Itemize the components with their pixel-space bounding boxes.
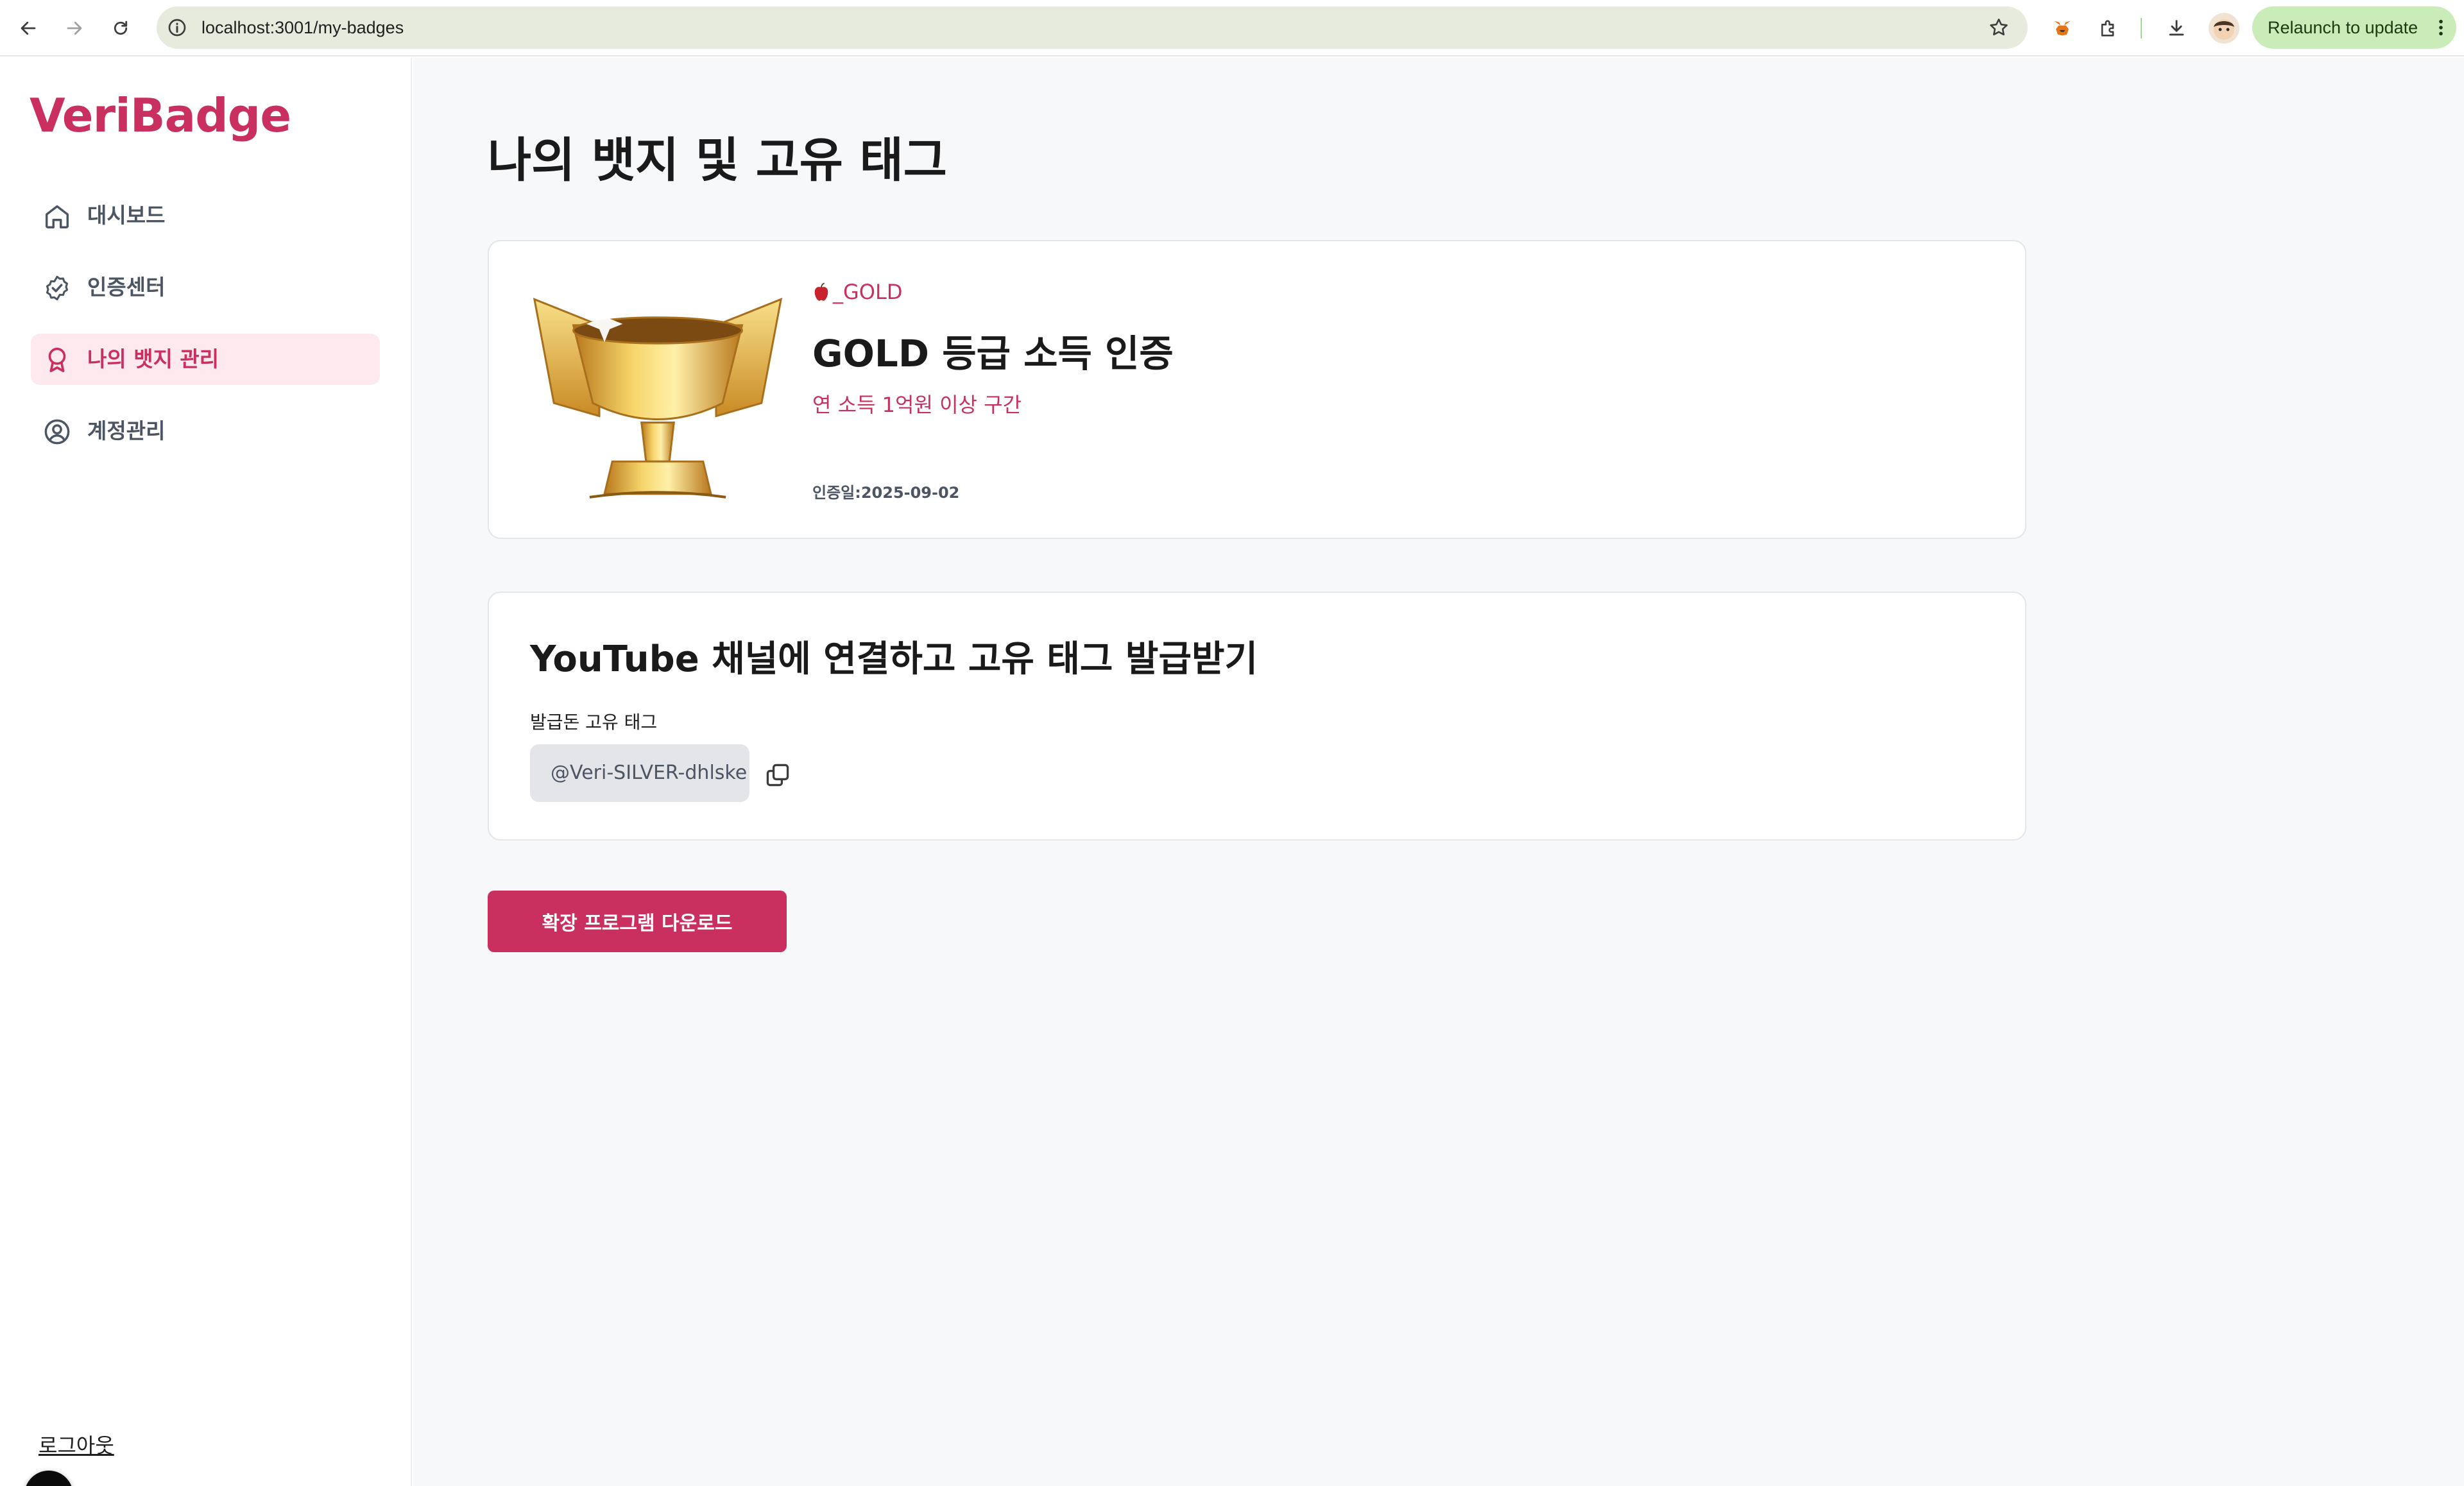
metamask-extension-button[interactable]	[2047, 13, 2078, 44]
sidebar: VeriBadge 대시보드 인증센터 나의 뱃지 관리 계정관리 로그아웃 N	[0, 58, 412, 1486]
issued-tag-label: 발급돈 고유 태그	[530, 712, 658, 733]
back-button[interactable]	[13, 13, 44, 44]
address-bar[interactable]: localhost:3001/my-badges	[157, 6, 2028, 49]
badge-card: _GOLD GOLD 등급 소득 인증 연 소득 1억원 이상 구간 인증일:2…	[488, 240, 2026, 539]
check-circle-icon	[46, 275, 69, 301]
issued-tag-value[interactable]: @Veri-SILVER-dhlske	[551, 744, 747, 802]
logout-link[interactable]: 로그아웃	[38, 1430, 114, 1459]
tag-section-title: YouTube 채널에 연결하고 고유 태그 발급받기	[530, 638, 1258, 680]
sidebar-item-dashboard[interactable]: 대시보드	[31, 190, 380, 241]
gold-trophy-image	[533, 298, 783, 499]
main-content: 나의 뱃지 및 고유 태그 _GOLD GOLD 등급 소득 인증 연 소득 1…	[413, 58, 2464, 1486]
toolbar-divider	[2141, 18, 2142, 38]
fox-icon	[2054, 21, 2071, 36]
sidebar-item-verification-center[interactable]: 인증센터	[31, 262, 380, 313]
downloads-button[interactable]	[2161, 13, 2192, 44]
home-icon	[45, 205, 69, 228]
badge-date-value: 2025-09-02	[860, 484, 960, 502]
badge-code-text: _GOLD	[833, 280, 903, 304]
relaunch-label: Relaunch to update	[2268, 18, 2418, 37]
browser-toolbar: localhost:3001/my-badges Relaunch to upd…	[0, 0, 2464, 56]
profile-avatar[interactable]	[2209, 13, 2239, 44]
unique-tag-card: YouTube 채널에 연결하고 고유 태그 발급받기 발급돈 고유 태그 @V…	[488, 592, 2026, 841]
sidebar-item-label: 대시보드	[87, 203, 166, 228]
profile-face-icon	[2214, 19, 2234, 40]
sidebar-item-label: 인증센터	[87, 275, 166, 300]
sidebar-item-account[interactable]: 계정관리	[31, 406, 380, 457]
badge-issue-date: 인증일:2025-09-02	[812, 480, 959, 502]
nextjs-dev-badge[interactable]: N	[24, 1471, 73, 1486]
award-icon	[48, 347, 66, 373]
reload-button[interactable]	[105, 13, 136, 44]
url-text[interactable]: localhost:3001/my-badges	[201, 6, 404, 49]
download-icon	[2169, 20, 2184, 36]
user-circle-icon	[44, 419, 70, 445]
badge-date-label: 인증일:	[812, 484, 861, 502]
download-extension-button[interactable]: 확장 프로그램 다운로드	[488, 891, 787, 952]
arrow-right-icon	[67, 21, 82, 35]
extensions-button[interactable]	[2093, 13, 2124, 44]
arrow-left-icon	[21, 21, 36, 35]
badge-title: GOLD 등급 소득 인증	[812, 332, 1174, 375]
badge-code: _GOLD	[812, 280, 902, 304]
badge-description: 연 소득 1억원 이상 구간	[812, 393, 1022, 417]
sidebar-item-label: 나의 뱃지 관리	[87, 346, 219, 372]
sidebar-item-my-badges[interactable]: 나의 뱃지 관리	[31, 334, 380, 385]
relaunch-button[interactable]: Relaunch to update	[2252, 6, 2456, 49]
copy-icon[interactable]	[764, 761, 792, 789]
brand-logo[interactable]: VeriBadge	[30, 89, 291, 142]
info-icon[interactable]	[167, 17, 187, 38]
issued-tag-field[interactable]: @Veri-SILVER-dhlske	[530, 744, 749, 802]
page-title: 나의 뱃지 및 고유 태그	[488, 133, 947, 188]
red-apple-icon	[814, 282, 828, 301]
bookmark-star-icon[interactable]	[1988, 17, 2010, 38]
puzzle-icon	[2101, 20, 2114, 37]
sidebar-item-label: 계정관리	[87, 418, 166, 443]
forward-button[interactable]	[59, 13, 90, 44]
reload-icon	[114, 21, 128, 35]
more-vertical-icon	[2439, 19, 2443, 36]
